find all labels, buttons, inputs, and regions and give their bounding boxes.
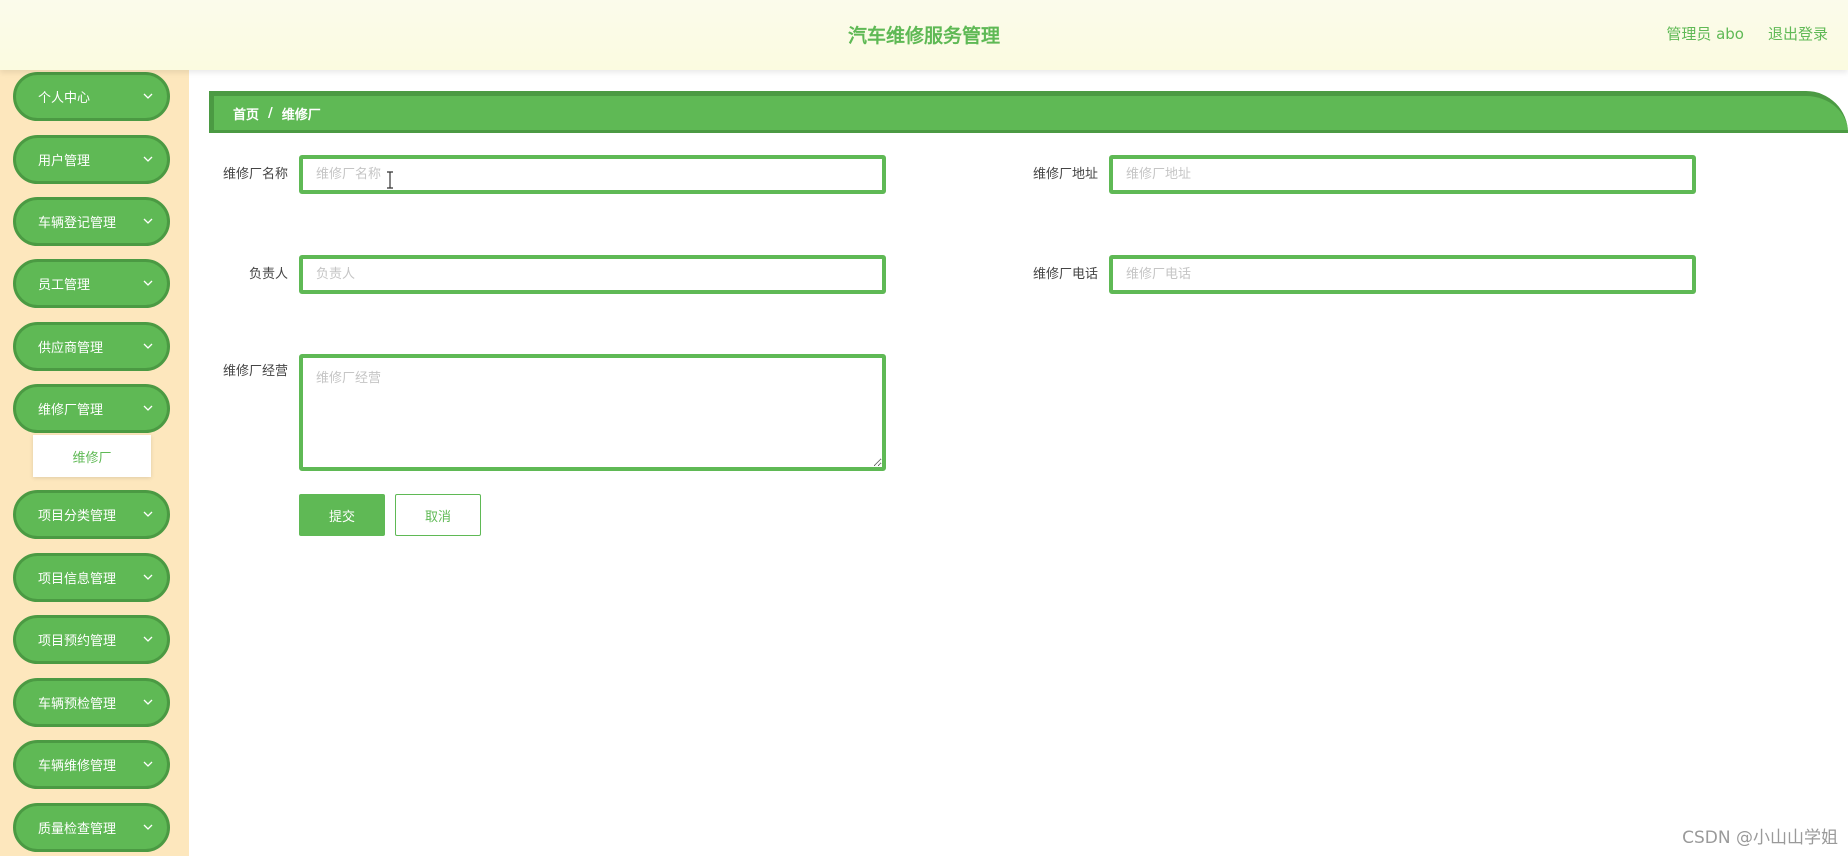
sidebar-item-label: 质量检查管理 <box>38 822 117 837</box>
chevron-down-icon <box>143 511 153 517</box>
submenu-item-repair-shop[interactable]: 维修厂 <box>33 435 151 477</box>
sidebar-item-label: 个人中心 <box>38 91 91 106</box>
sidebar-item-label: 维修厂管理 <box>38 403 104 418</box>
current-user[interactable]: 管理员 abo <box>1666 23 1744 44</box>
sidebar-item-label: 员工管理 <box>38 278 91 293</box>
sidebar-item-project-categories[interactable]: 项目分类管理 <box>13 490 170 539</box>
phone-input[interactable] <box>1109 255 1696 294</box>
sidebar-item-label: 供应商管理 <box>38 341 104 356</box>
manager-label: 负责人 <box>248 267 288 282</box>
sidebar-item-label: 项目预约管理 <box>38 634 117 649</box>
breadcrumb: 首页 / 维修厂 <box>209 91 1848 133</box>
sidebar-item-employees[interactable]: 员工管理 <box>13 259 170 308</box>
text-cursor-icon <box>387 171 393 189</box>
manager-input[interactable] <box>299 255 886 294</box>
chevron-down-icon <box>143 93 153 99</box>
header-actions: 管理员 abo 退出登录 <box>1666 23 1828 44</box>
sidebar-item-label: 车辆维修管理 <box>38 759 117 774</box>
chevron-down-icon <box>143 699 153 705</box>
sidebar-item-label: 项目信息管理 <box>38 572 117 587</box>
chevron-down-icon <box>143 280 153 286</box>
sidebar-item-repair-shops[interactable]: 维修厂管理 <box>13 384 170 433</box>
sidebar: 个人中心 用户管理 车辆登记管理 员工管理 供应商管理 维修厂管理 维修厂 项目… <box>0 70 189 856</box>
name-label: 维修厂名称 <box>222 167 288 182</box>
chevron-down-icon <box>143 761 153 767</box>
sidebar-item-suppliers[interactable]: 供应商管理 <box>13 322 170 371</box>
sidebar-item-users[interactable]: 用户管理 <box>13 135 170 184</box>
business-textarea[interactable] <box>299 354 886 471</box>
watermark: CSDN @小山山学姐 <box>1682 828 1838 848</box>
chevron-down-icon <box>143 343 153 349</box>
sidebar-item-label: 项目分类管理 <box>38 509 117 524</box>
phone-label: 维修厂电话 <box>1032 267 1098 282</box>
chevron-down-icon <box>143 405 153 411</box>
sidebar-item-project-booking[interactable]: 项目预约管理 <box>13 615 170 664</box>
sidebar-item-label: 用户管理 <box>38 154 91 169</box>
sidebar-item-profile[interactable]: 个人中心 <box>13 72 170 121</box>
breadcrumb-separator: / <box>268 105 273 121</box>
address-input[interactable] <box>1109 155 1696 194</box>
top-header: 汽车维修服务管理 管理员 abo 退出登录 <box>0 0 1848 70</box>
address-label: 维修厂地址 <box>1032 167 1098 182</box>
breadcrumb-current: 维修厂 <box>281 107 321 123</box>
chevron-down-icon <box>143 574 153 580</box>
chevron-down-icon <box>143 824 153 830</box>
sidebar-item-label: 车辆登记管理 <box>38 216 117 231</box>
business-label: 维修厂经营 <box>222 364 288 379</box>
chevron-down-icon <box>143 636 153 642</box>
sidebar-item-vehicle-registration[interactable]: 车辆登记管理 <box>13 197 170 246</box>
sidebar-item-project-info[interactable]: 项目信息管理 <box>13 553 170 602</box>
sidebar-item-vehicle-repair[interactable]: 车辆维修管理 <box>13 740 170 789</box>
chevron-down-icon <box>143 218 153 224</box>
submit-button[interactable]: 提交 <box>299 494 385 536</box>
sidebar-item-vehicle-precheck[interactable]: 车辆预检管理 <box>13 678 170 727</box>
sidebar-item-quality-check[interactable]: 质量检查管理 <box>13 803 170 852</box>
logout-link[interactable]: 退出登录 <box>1768 23 1828 44</box>
app-title: 汽车维修服务管理 <box>847 25 1000 47</box>
breadcrumb-home[interactable]: 首页 <box>233 104 259 123</box>
sidebar-item-label: 车辆预检管理 <box>38 697 117 712</box>
chevron-down-icon <box>143 156 153 162</box>
cancel-button[interactable]: 取消 <box>395 494 481 536</box>
